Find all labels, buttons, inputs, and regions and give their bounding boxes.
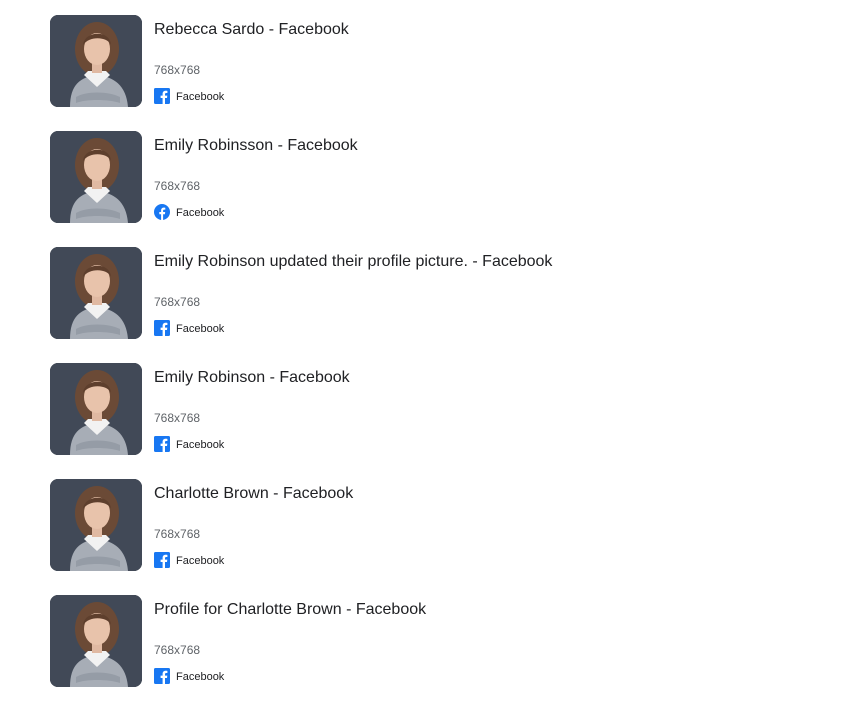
- result-title[interactable]: Profile for Charlotte Brown - Facebook: [154, 600, 426, 620]
- facebook-square-icon: [154, 320, 170, 336]
- result-source[interactable]: Facebook: [154, 87, 224, 105]
- facebook-square-icon: [154, 88, 170, 104]
- portrait-image: [50, 15, 142, 107]
- result-dimensions: 768x768: [154, 179, 201, 193]
- portrait-image: [50, 363, 142, 455]
- result-dimensions: 768x768: [154, 411, 201, 425]
- facebook-circle-icon: [154, 204, 170, 220]
- result-thumbnail[interactable]: [50, 595, 142, 687]
- result-source[interactable]: Facebook: [154, 435, 224, 453]
- result-dimensions: 768x768: [154, 295, 201, 309]
- result-title[interactable]: Charlotte Brown - Facebook: [154, 484, 353, 504]
- result-title[interactable]: Rebecca Sardo - Facebook: [154, 20, 349, 40]
- result-thumbnail[interactable]: [50, 247, 142, 339]
- source-name: Facebook: [176, 91, 225, 103]
- result-source[interactable]: Facebook: [154, 203, 224, 221]
- facebook-square-icon: [154, 436, 170, 452]
- result-dimensions: 768x768: [154, 643, 201, 657]
- result-title[interactable]: Emily Robinson - Facebook: [154, 368, 350, 388]
- result-item[interactable]: Emily Robinson - Facebook 768x768 Facebo…: [50, 363, 810, 455]
- result-thumbnail[interactable]: [50, 131, 142, 223]
- result-thumbnail[interactable]: [50, 479, 142, 571]
- image-results-list: Rebecca Sardo - Facebook 768x768 Faceboo…: [50, 15, 810, 711]
- facebook-square-icon: [154, 552, 170, 568]
- result-thumbnail[interactable]: [50, 15, 142, 107]
- result-item[interactable]: Charlotte Brown - Facebook 768x768 Faceb…: [50, 479, 810, 571]
- portrait-image: [50, 479, 142, 571]
- portrait-image: [50, 131, 142, 223]
- result-source[interactable]: Facebook: [154, 319, 224, 337]
- result-item[interactable]: Emily Robinsson - Facebook 768x768 Faceb…: [50, 131, 810, 223]
- source-name: Facebook: [176, 323, 225, 335]
- portrait-image: [50, 595, 142, 687]
- portrait-image: [50, 247, 142, 339]
- result-source[interactable]: Facebook: [154, 667, 224, 685]
- result-dimensions: 768x768: [154, 527, 201, 541]
- result-source[interactable]: Facebook: [154, 551, 224, 569]
- result-item[interactable]: Rebecca Sardo - Facebook 768x768 Faceboo…: [50, 15, 810, 107]
- result-item[interactable]: Profile for Charlotte Brown - Facebook 7…: [50, 595, 810, 687]
- result-title[interactable]: Emily Robinsson - Facebook: [154, 136, 358, 156]
- source-name: Facebook: [176, 439, 225, 451]
- source-name: Facebook: [176, 207, 225, 219]
- result-item[interactable]: Emily Robinson updated their profile pic…: [50, 247, 810, 339]
- result-title[interactable]: Emily Robinson updated their profile pic…: [154, 252, 552, 272]
- source-name: Facebook: [176, 555, 225, 567]
- result-thumbnail[interactable]: [50, 363, 142, 455]
- result-dimensions: 768x768: [154, 63, 201, 77]
